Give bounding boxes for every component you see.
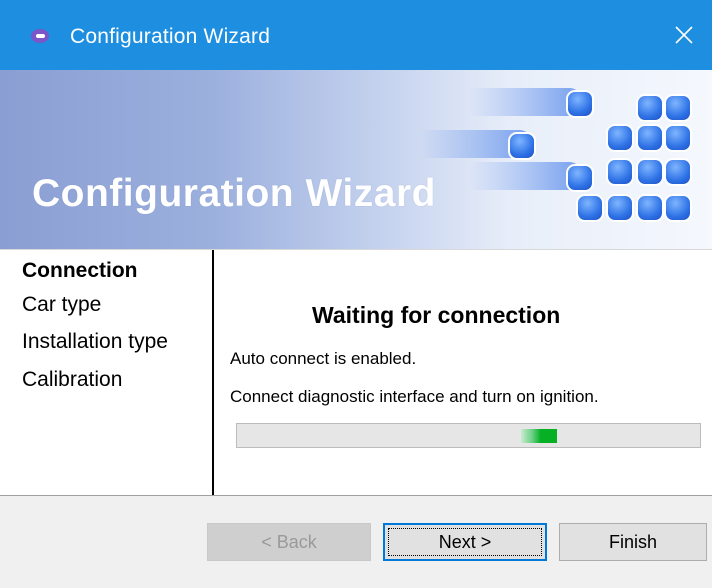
banner-square xyxy=(664,158,692,186)
banner-square xyxy=(606,158,634,186)
banner-square xyxy=(636,124,664,152)
step-installation-type: Installation type xyxy=(22,330,168,353)
step-car-type: Car type xyxy=(22,293,102,316)
banner-square xyxy=(636,194,664,222)
window-title: Configuration Wizard xyxy=(70,25,271,48)
next-button[interactable]: Next > xyxy=(383,523,547,561)
status-heading: Waiting for connection xyxy=(312,302,561,328)
wizard-banner: Configuration Wizard xyxy=(0,70,712,250)
banner-square xyxy=(576,194,604,222)
connection-progress-bar xyxy=(236,423,701,448)
banner-square xyxy=(566,164,594,192)
progress-marquee xyxy=(521,429,557,443)
wizard-window: Configuration Wizard Configuration Wizar… xyxy=(0,0,712,588)
banner-streak xyxy=(470,162,580,190)
button-bar: < Back Next > Finish xyxy=(0,496,712,588)
steps-list: Connection Car type Installation type Ca… xyxy=(0,250,212,496)
banner-square xyxy=(636,94,664,122)
finish-button[interactable]: Finish xyxy=(559,523,707,561)
main-panel: Waiting for connection Auto connect is e… xyxy=(214,250,712,496)
banner-square xyxy=(606,194,634,222)
banner-square xyxy=(606,124,634,152)
close-button[interactable] xyxy=(656,0,712,70)
banner-square xyxy=(636,158,664,186)
app-icon xyxy=(31,29,49,43)
banner-square xyxy=(566,90,594,118)
banner-streak xyxy=(470,88,580,116)
step-calibration: Calibration xyxy=(22,368,123,391)
auto-connect-text: Auto connect is enabled. xyxy=(230,349,417,368)
focus-rectangle xyxy=(388,528,542,556)
banner-square xyxy=(664,194,692,222)
title-bar[interactable]: Configuration Wizard xyxy=(0,0,712,70)
banner-title: Configuration Wizard xyxy=(32,172,436,215)
instruction-text: Connect diagnostic interface and turn on… xyxy=(230,387,599,406)
back-button[interactable]: < Back xyxy=(207,523,371,561)
banner-square xyxy=(664,94,692,122)
close-icon xyxy=(675,26,693,44)
banner-square xyxy=(664,124,692,152)
banner-square xyxy=(508,132,536,160)
step-connection: Connection xyxy=(22,259,138,282)
